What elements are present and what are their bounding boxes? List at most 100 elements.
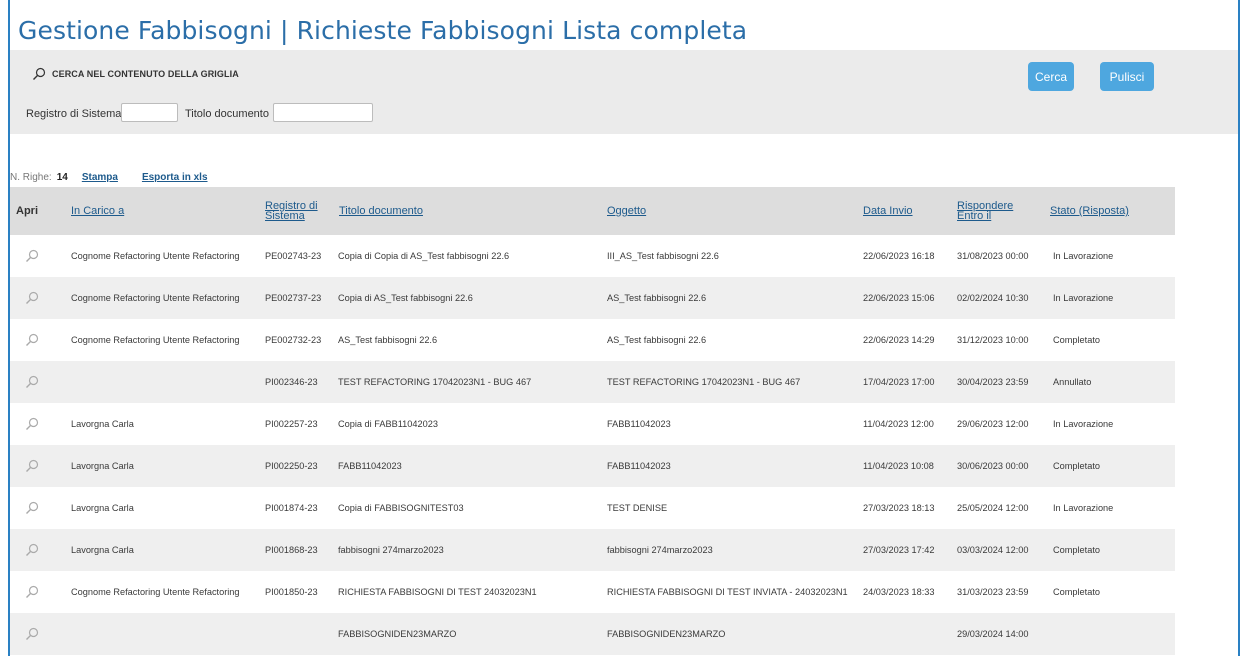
col-header-titolo[interactable]: Titolo documento	[339, 206, 423, 217]
table-row[interactable]: Cognome Refactoring Utente Refactoring P…	[10, 571, 1175, 613]
cell-rispondere: 30/06/2023 00:00	[957, 461, 1029, 471]
col-header-rispondere-line2: Entro il	[957, 210, 992, 222]
open-row-icon[interactable]	[25, 375, 39, 394]
cell-registro: PI002257-23	[265, 419, 318, 429]
grid-header: Apri In Carico a Registro di Sistema Tit…	[10, 187, 1175, 235]
pulisci-button[interactable]: Pulisci	[1100, 62, 1154, 91]
titolo-input[interactable]	[273, 103, 373, 122]
search-section-header[interactable]: CERCA NEL CONTENUTO DELLA GRIGLIA	[32, 67, 239, 81]
cell-in-carico: Cognome Refactoring Utente Refactoring	[71, 335, 240, 345]
cell-oggetto: fabbisogni 274marzo2023	[607, 545, 713, 555]
page-title: Gestione Fabbisogni | Richieste Fabbisog…	[18, 16, 748, 45]
cell-titolo: TEST REFACTORING 17042023N1 - BUG 467	[338, 377, 532, 387]
cell-stato: In Lavorazione	[1053, 503, 1114, 513]
cell-data-invio: 17/04/2023 17:00	[863, 377, 935, 387]
cell-oggetto: AS_Test fabbisogni 22.6	[607, 293, 707, 303]
open-row-icon[interactable]	[25, 501, 39, 520]
cell-rispondere: 29/03/2024 14:00	[957, 629, 1029, 639]
stampa-link[interactable]: Stampa	[82, 172, 118, 183]
results-grid: Apri In Carico a Registro di Sistema Tit…	[10, 187, 1175, 655]
cell-in-carico: Cognome Refactoring Utente Refactoring	[71, 293, 240, 303]
cell-stato: In Lavorazione	[1053, 251, 1114, 261]
cell-in-carico: Cognome Refactoring Utente Refactoring	[71, 587, 240, 597]
search-icon	[32, 67, 46, 81]
cell-data-invio: 27/03/2023 18:13	[863, 503, 935, 513]
col-header-apri: Apri	[16, 205, 38, 217]
open-row-icon[interactable]	[25, 333, 39, 352]
cell-oggetto: FABB11042023	[607, 419, 671, 429]
cell-registro: PI001868-23	[265, 545, 318, 555]
cell-rispondere: 25/05/2024 12:00	[957, 503, 1029, 513]
cell-stato: In Lavorazione	[1053, 293, 1114, 303]
cell-rispondere: 31/12/2023 10:00	[957, 335, 1029, 345]
cell-registro: PE002737-23	[265, 293, 322, 303]
col-header-data-invio[interactable]: Data Invio	[863, 206, 913, 217]
table-row[interactable]: Cognome Refactoring Utente Refactoring P…	[10, 277, 1175, 319]
cell-data-invio: 22/06/2023 14:29	[863, 335, 935, 345]
col-header-oggetto[interactable]: Oggetto	[607, 206, 646, 217]
open-row-icon[interactable]	[25, 543, 39, 562]
table-row[interactable]: Cognome Refactoring Utente Refactoring P…	[10, 235, 1175, 277]
open-row-icon[interactable]	[25, 459, 39, 478]
cell-oggetto: FABB11042023	[607, 461, 671, 471]
cell-rispondere: 02/02/2024 10:30	[957, 293, 1029, 303]
cell-data-invio: 11/04/2023 12:00	[863, 419, 934, 429]
grid-toolbar: N. Righe: 14 Stampa Esporta in xls	[10, 172, 208, 183]
cell-stato: Completato	[1053, 545, 1100, 555]
col-header-rispondere[interactable]: Rispondere Entro il	[957, 201, 1013, 222]
cell-data-invio: 24/03/2023 18:33	[863, 587, 935, 597]
cell-data-invio: 27/03/2023 17:42	[863, 545, 935, 555]
table-row[interactable]: Cognome Refactoring Utente Refactoring P…	[10, 319, 1175, 361]
cell-rispondere: 31/03/2023 23:59	[957, 587, 1029, 597]
cell-registro: PI001850-23	[265, 587, 318, 597]
cell-data-invio: 22/06/2023 15:06	[863, 293, 935, 303]
col-header-registro-line2: Sistema	[265, 210, 305, 222]
cell-oggetto: AS_Test fabbisogni 22.6	[607, 335, 707, 345]
cell-titolo: AS_Test fabbisogni 22.6	[338, 335, 438, 345]
registro-input[interactable]	[121, 103, 178, 122]
cell-registro: PI002346-23	[265, 377, 318, 387]
open-row-icon[interactable]	[25, 585, 39, 604]
open-row-icon[interactable]	[25, 627, 39, 646]
rows-count-label: N. Righe:	[10, 172, 52, 183]
cell-rispondere: 03/03/2024 12:00	[957, 545, 1029, 555]
table-row[interactable]: Lavorgna Carla PI001868-23 fabbisogni 27…	[10, 529, 1175, 571]
cell-titolo: Copia di FABBISOGNITEST03	[338, 503, 464, 513]
cell-titolo: Copia di FABB11042023	[338, 419, 438, 429]
cell-titolo: RICHIESTA FABBISOGNI DI TEST 24032023N1	[338, 587, 537, 597]
cell-data-invio: 22/06/2023 16:18	[863, 251, 935, 261]
col-header-stato[interactable]: Stato (Risposta)	[1050, 206, 1129, 217]
cell-rispondere: 29/06/2023 12:00	[957, 419, 1029, 429]
cell-stato: Completato	[1053, 335, 1100, 345]
cell-stato: Annullato	[1053, 377, 1092, 387]
cell-titolo: FABB11042023	[338, 461, 402, 471]
cell-rispondere: 31/08/2023 00:00	[957, 251, 1029, 261]
cell-stato: In Lavorazione	[1053, 419, 1114, 429]
frame-right-border	[1238, 0, 1240, 656]
cell-oggetto: TEST REFACTORING 17042023N1 - BUG 467	[607, 377, 801, 387]
titolo-label: Titolo documento	[185, 108, 269, 120]
col-header-registro[interactable]: Registro di Sistema	[265, 201, 318, 222]
cell-in-carico: Lavorgna Carla	[71, 419, 134, 429]
open-row-icon[interactable]	[25, 291, 39, 310]
open-row-icon[interactable]	[25, 249, 39, 268]
cell-rispondere: 30/04/2023 23:59	[957, 377, 1029, 387]
cell-registro: PI001874-23	[265, 503, 318, 513]
rows-count-value: 14	[56, 172, 68, 183]
esporta-xls-link[interactable]: Esporta in xls	[142, 172, 208, 183]
table-row[interactable]: Lavorgna Carla PI002257-23 Copia di FABB…	[10, 403, 1175, 445]
cell-registro: PI002250-23	[265, 461, 318, 471]
cell-registro: PE002732-23	[265, 335, 322, 345]
cell-titolo: fabbisogni 274marzo2023	[338, 545, 444, 555]
open-row-icon[interactable]	[25, 417, 39, 436]
cell-in-carico: Lavorgna Carla	[71, 461, 134, 471]
table-row[interactable]: PI002346-23 TEST REFACTORING 17042023N1 …	[10, 361, 1175, 403]
table-row[interactable]: Lavorgna Carla PI002250-23 FABB11042023 …	[10, 445, 1175, 487]
col-header-in-carico[interactable]: In Carico a	[71, 206, 124, 217]
table-row[interactable]: Lavorgna Carla PI001874-23 Copia di FABB…	[10, 487, 1175, 529]
cell-in-carico: Lavorgna Carla	[71, 545, 134, 555]
cerca-button[interactable]: Cerca	[1028, 62, 1074, 91]
cell-in-carico: Lavorgna Carla	[71, 503, 134, 513]
cell-registro: PE002743-23	[265, 251, 322, 261]
table-row[interactable]: FABBISOGNIDEN23MARZO FABBISOGNIDEN23MARZ…	[10, 613, 1175, 655]
